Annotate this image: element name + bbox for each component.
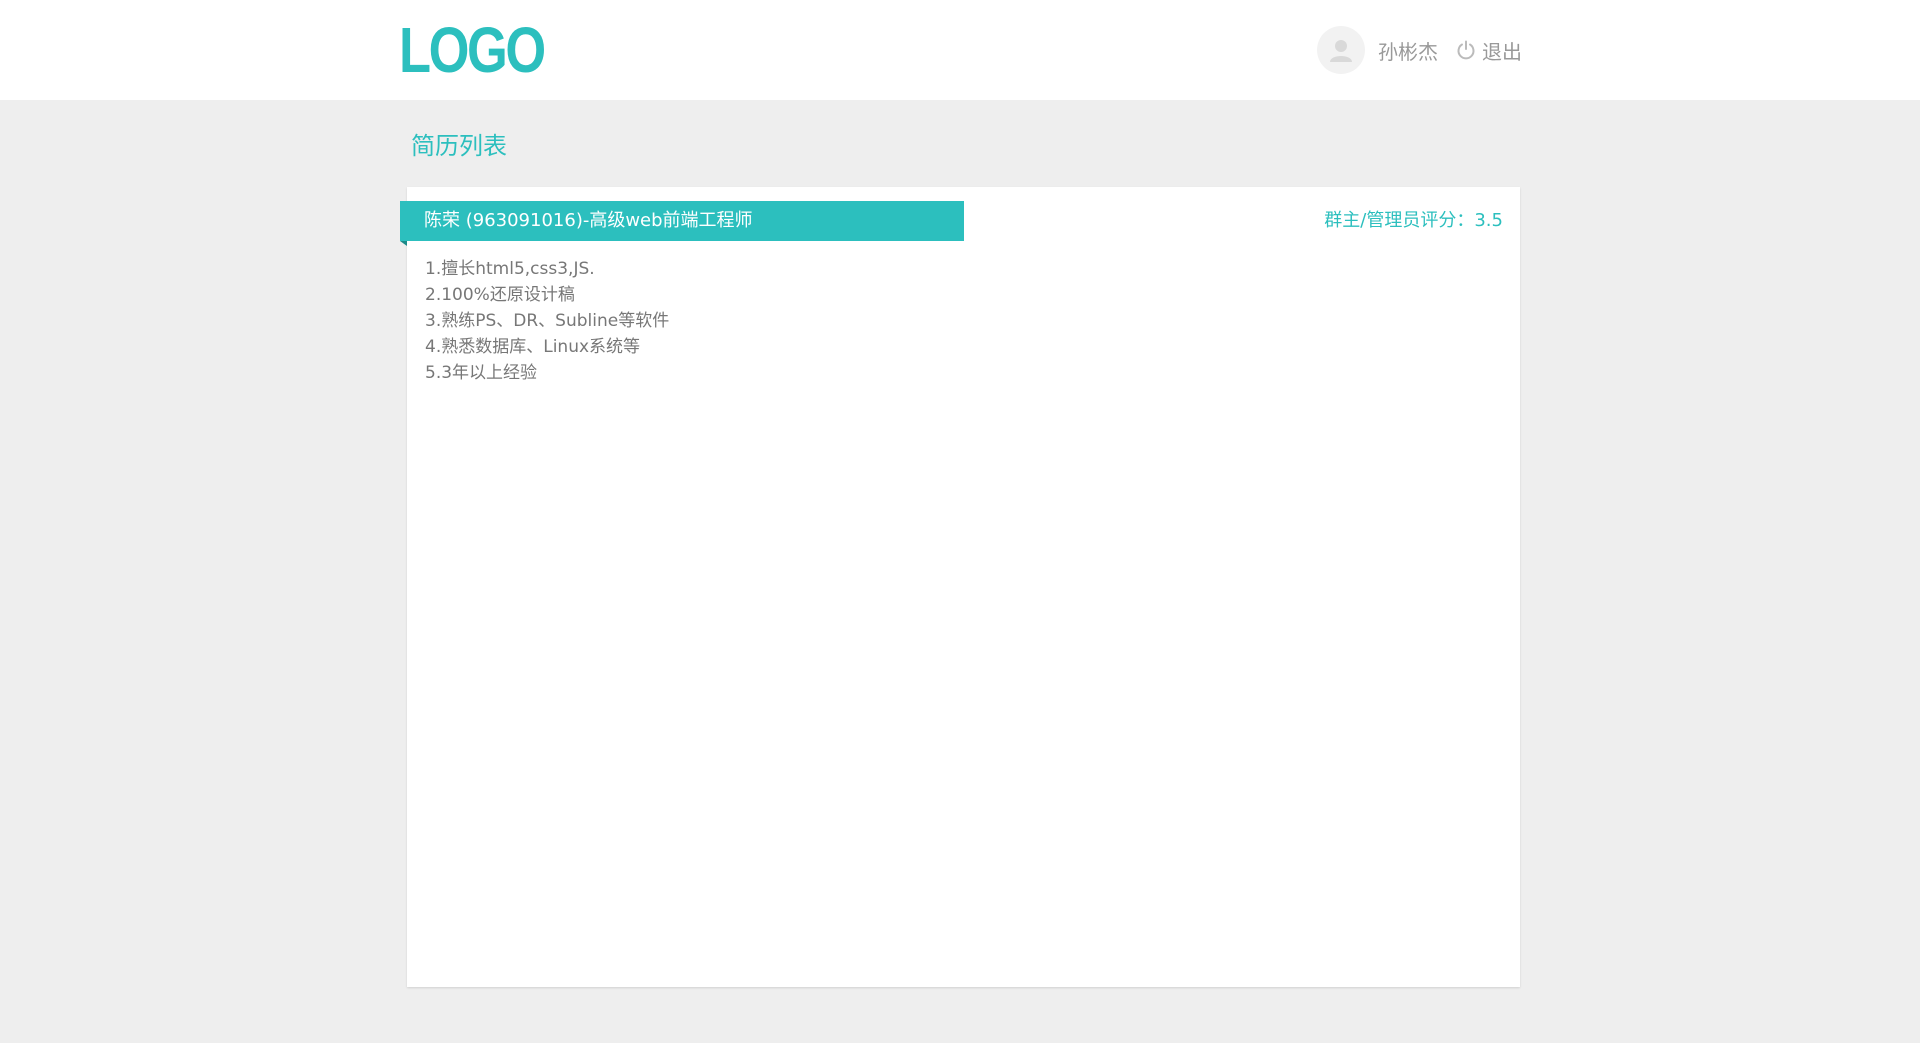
- top-header: LOGO 孙彬杰 退出: [0, 0, 1920, 100]
- list-item: 1.擅长html5,css3,JS.: [425, 259, 595, 279]
- logout-button[interactable]: 退出: [1456, 36, 1522, 65]
- resume-title[interactable]: 陈荣 (963091016)-高级web前端工程师: [400, 201, 964, 241]
- user-avatar-icon[interactable]: [1317, 26, 1365, 74]
- resume-score: 群主/管理员评分：3.5: [1324, 201, 1503, 241]
- list-item: 5.3年以上经验: [425, 363, 538, 383]
- list-item: 4.熟悉数据库、Linux系统等: [425, 337, 641, 357]
- user-name[interactable]: 孙彬杰: [1378, 36, 1438, 65]
- power-icon: [1456, 40, 1476, 60]
- list-item: 2.100%还原设计稿: [425, 285, 575, 305]
- skills-list: 1.擅长html5,css3,JS. 2.100%还原设计稿 3.熟练PS、DR…: [425, 256, 669, 386]
- user-area: 孙彬杰 退出: [1317, 25, 1522, 75]
- ribbon-fold: [400, 241, 407, 246]
- logout-label: 退出: [1482, 39, 1522, 64]
- logo[interactable]: LOGO: [399, 12, 546, 88]
- page-title: 简历列表: [411, 132, 507, 160]
- score-label: 群主/管理员评分：: [1324, 210, 1475, 231]
- score-value: 3.5: [1474, 210, 1503, 231]
- resume-card: 陈荣 (963091016)-高级web前端工程师 群主/管理员评分：3.5 1…: [400, 187, 1520, 987]
- list-item: 3.熟练PS、DR、Subline等软件: [425, 311, 670, 331]
